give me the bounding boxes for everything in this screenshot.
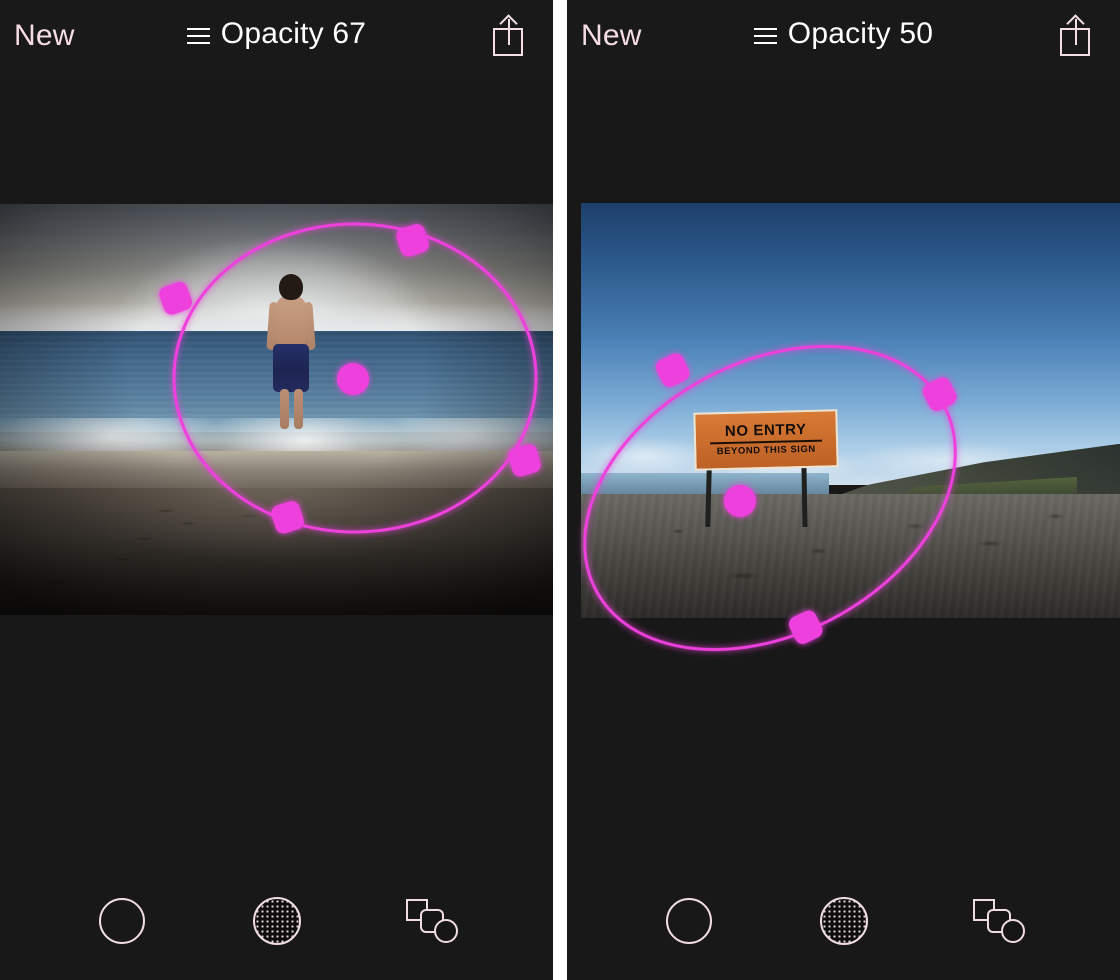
- app-screen-left: New Opacity 67: [0, 0, 553, 980]
- canvas-image-right[interactable]: NO ENTRY BEYOND THIS SIGN: [581, 203, 1120, 618]
- panel-divider: [553, 0, 567, 980]
- halftone-circle-icon: [252, 897, 301, 945]
- opacity-menu-right[interactable]: Opacity 50: [567, 16, 1120, 52]
- boy-torso: [275, 295, 306, 348]
- hamburger-icon[interactable]: [186, 27, 210, 44]
- screenshot-pair: New Opacity 67 New Opacity 50 NO ENTRY B…: [0, 0, 1120, 980]
- halftone-circle-icon: [819, 897, 868, 945]
- top-toolbar-right: New Opacity 50: [567, 0, 1120, 74]
- layers-shapes-icon: [972, 897, 1025, 945]
- tool-halftone-left[interactable]: [247, 891, 307, 951]
- tool-layers-left[interactable]: [402, 891, 462, 951]
- top-toolbar-left: New Opacity 67: [0, 0, 553, 74]
- boy-head: [278, 273, 303, 300]
- share-button-right[interactable]: [1060, 12, 1094, 58]
- bottom-toolbar-left: [0, 862, 553, 980]
- opacity-title-left: Opacity 67: [220, 17, 367, 50]
- beach-boy-figure: [263, 273, 319, 434]
- hamburger-icon[interactable]: [753, 27, 777, 44]
- layer-circle-icon: [433, 919, 458, 943]
- circle-outline-icon: [665, 898, 712, 944]
- tool-halftone-right[interactable]: [814, 891, 874, 951]
- boy-leg-right: [293, 388, 303, 429]
- circle-outline-icon: [98, 898, 145, 944]
- boy-shorts: [272, 343, 309, 392]
- opacity-title-right: Opacity 50: [787, 17, 934, 50]
- app-screen-right: New Opacity 50 NO ENTRY BEYOND THIS SIGN: [567, 0, 1120, 980]
- boy-leg-left: [279, 388, 289, 429]
- tool-layers-right[interactable]: [969, 891, 1029, 951]
- beach-footprints: [0, 487, 553, 615]
- sign-line-1: NO ENTRY: [724, 420, 808, 440]
- noentry-pebbles: [581, 493, 1120, 618]
- sign-post-right: [801, 466, 808, 527]
- canvas-image-left[interactable]: [0, 204, 553, 615]
- sign-line-2: BEYOND THIS SIGN: [716, 443, 816, 457]
- layer-circle-icon: [1000, 919, 1025, 943]
- bottom-toolbar-right: [567, 862, 1120, 980]
- layers-shapes-icon: [405, 897, 458, 945]
- tool-circle-outline-left[interactable]: [92, 891, 152, 951]
- tool-circle-outline-right[interactable]: [659, 891, 719, 951]
- no-entry-sign: NO ENTRY BEYOND THIS SIGN: [693, 408, 844, 531]
- beach-wet-sand: [0, 450, 553, 492]
- opacity-menu-left[interactable]: Opacity 67: [0, 16, 553, 52]
- sign-post-left: [705, 466, 712, 527]
- share-button-left[interactable]: [493, 12, 527, 58]
- sign-board: NO ENTRY BEYOND THIS SIGN: [693, 408, 839, 471]
